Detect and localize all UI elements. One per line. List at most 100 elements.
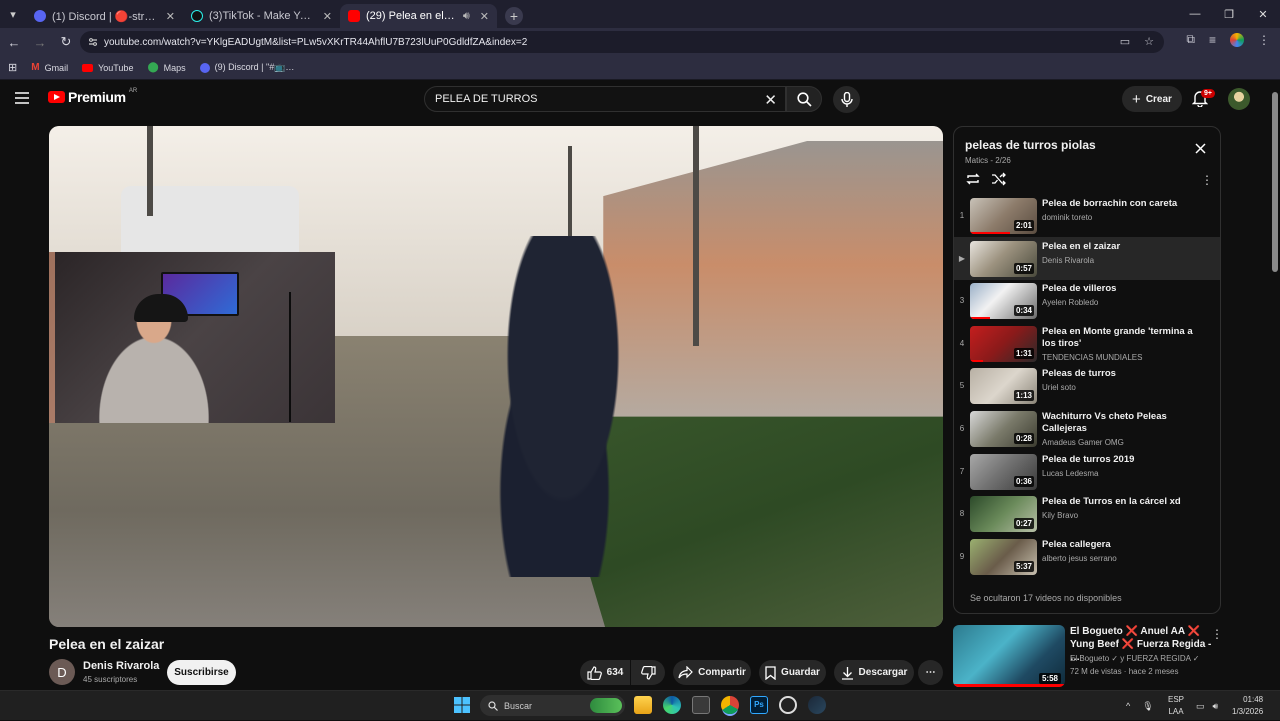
playlist-item[interactable]: 3 0:34 Pelea de villeros Ayelen Robledo bbox=[954, 279, 1220, 322]
bookmark-youtube[interactable]: YouTube bbox=[82, 63, 133, 73]
video-player[interactable] bbox=[49, 126, 943, 627]
address-bar[interactable]: youtube.com/watch?v=YKlgEADUgtM&list=PLw… bbox=[80, 31, 1164, 53]
tray-overflow-icon[interactable]: ^ bbox=[1126, 701, 1130, 711]
playlist-item-channel[interactable]: Uriel soto bbox=[1042, 383, 1202, 392]
bookmark-gmail[interactable]: M Gmail bbox=[31, 62, 68, 73]
apps-grid-icon[interactable]: ⊞ bbox=[8, 61, 17, 74]
playlist-item-channel[interactable]: dominik toreto bbox=[1042, 213, 1202, 222]
search-button[interactable] bbox=[786, 86, 822, 112]
playlist-item[interactable]: 7 0:36 Pelea de turros 2019 Lucas Ledesma bbox=[954, 450, 1220, 493]
youtube-premium-logo[interactable]: Premium AR bbox=[48, 88, 137, 105]
playlist-item-thumbnail[interactable]: 1:31 bbox=[970, 325, 1037, 362]
close-window-icon[interactable]: ✕ bbox=[1246, 0, 1280, 28]
extensions-icon[interactable]: ⧉ bbox=[1186, 32, 1195, 47]
photoshop-icon[interactable]: Ps bbox=[750, 696, 768, 714]
playlist-item[interactable]: 1 2:01 Pelea de borrachin con careta domini… bbox=[954, 194, 1220, 237]
playlist-item[interactable]: 9 5:37 Pelea callegera alberto jesus serran… bbox=[954, 535, 1220, 578]
create-button[interactable]: + Crear bbox=[1122, 86, 1182, 112]
playlist-item-channel[interactable]: TENDENCIAS MUNDIALES bbox=[1042, 353, 1202, 362]
bookmark-star-icon[interactable]: ☆ bbox=[1144, 35, 1154, 48]
playlist-item-title[interactable]: Pelea en Monte grande 'termina a los tir… bbox=[1042, 326, 1202, 350]
playlist-item-thumbnail[interactable]: 0:57 bbox=[970, 240, 1037, 277]
language-indicator[interactable]: ESP LAA bbox=[1168, 694, 1184, 718]
user-avatar[interactable] bbox=[1228, 88, 1250, 110]
voice-search-button[interactable] bbox=[833, 86, 860, 113]
more-actions-icon[interactable]: ⋯ bbox=[918, 660, 943, 685]
playlist-item-thumbnail[interactable]: 5:37 bbox=[970, 538, 1037, 575]
video-menu-icon[interactable]: ⋮ bbox=[1211, 627, 1223, 641]
playlist-item-title[interactable]: Peleas de turros bbox=[1042, 368, 1202, 380]
playlist-item[interactable]: 5 1:13 Peleas de turros Uriel soto bbox=[954, 364, 1220, 407]
chrome-icon[interactable] bbox=[721, 696, 739, 714]
loop-icon[interactable] bbox=[965, 172, 981, 186]
bookmark-maps[interactable]: ⬤ Maps bbox=[147, 62, 185, 73]
playlist-item-title[interactable]: Pelea en el zaizar bbox=[1042, 241, 1202, 253]
playlist-item-channel[interactable]: alberto jesus serrano bbox=[1042, 554, 1202, 563]
search-input[interactable]: PELEA DE TURROS ✕ bbox=[424, 86, 786, 112]
close-playlist-icon[interactable] bbox=[1195, 143, 1206, 154]
playlist-item-title[interactable]: Pelea callegera bbox=[1042, 539, 1202, 551]
playlist-title[interactable]: peleas de turros piolas bbox=[965, 138, 1096, 152]
playlist-item-channel[interactable]: Lucas Ledesma bbox=[1042, 469, 1202, 478]
profile-icon[interactable] bbox=[1230, 32, 1244, 47]
minimize-icon[interactable]: — bbox=[1178, 0, 1212, 28]
shuffle-icon[interactable] bbox=[991, 172, 1007, 186]
maximize-icon[interactable]: ❐ bbox=[1212, 0, 1246, 28]
playlist-item[interactable]: ▶ 0:57 Pelea en el zaizar Denis Rivarola bbox=[954, 236, 1220, 280]
playlist-item-title[interactable]: Wachiturro Vs cheto Peleas Callejeras bbox=[1042, 411, 1202, 435]
reading-list-icon[interactable]: ≡ bbox=[1209, 33, 1216, 47]
browser-menu-icon[interactable]: ⋮ bbox=[1258, 33, 1270, 47]
microphone-tray-icon[interactable]: 🎙︎ bbox=[1142, 701, 1153, 712]
new-tab-button[interactable]: + bbox=[505, 7, 523, 25]
playlist-item[interactable]: 8 0:27 Pelea de Turros en la cárcel xd Kily… bbox=[954, 492, 1220, 535]
bookmark-discord[interactable]: (9) Discord | "#📺… bbox=[199, 62, 294, 73]
download-button[interactable]: Descargar bbox=[834, 660, 914, 685]
recommended-video[interactable]: 5:58 El Bogueto ❌ Anuel AA ❌ Yung Beef ❌… bbox=[953, 625, 1253, 687]
scrollbar-thumb[interactable] bbox=[1272, 92, 1278, 272]
clear-search-icon[interactable]: ✕ bbox=[764, 91, 777, 109]
forward-icon[interactable]: → bbox=[28, 30, 52, 54]
playlist-menu-icon[interactable]: ⋮ bbox=[1201, 173, 1213, 187]
volume-icon[interactable]: 🔊︎ bbox=[1213, 701, 1219, 712]
dislike-button[interactable] bbox=[631, 660, 665, 685]
menu-icon[interactable] bbox=[14, 91, 30, 105]
playlist-item[interactable]: 4 1:31 Pelea en Monte grande 'termina a lo… bbox=[954, 322, 1220, 365]
save-button[interactable]: Guardar bbox=[759, 660, 826, 685]
subscribe-button[interactable]: Suscribirse bbox=[167, 660, 236, 685]
speaker-icon[interactable]: 🔊︎ bbox=[463, 10, 470, 23]
back-icon[interactable]: ← bbox=[2, 30, 26, 54]
close-tab-icon[interactable]: ✕ bbox=[166, 10, 175, 23]
playlist-item-thumbnail[interactable]: 0:28 bbox=[970, 411, 1037, 447]
playlist-item[interactable]: 6 0:28 Wachiturro Vs cheto Peleas Callejer… bbox=[954, 407, 1220, 450]
steam-icon[interactable] bbox=[808, 696, 826, 714]
playlist-item-thumbnail[interactable]: 0:27 bbox=[970, 496, 1037, 533]
tab-tiktok[interactable]: (3)TikTok - Make Your Day ✕ bbox=[183, 4, 340, 28]
tab-search-icon[interactable]: ▾ bbox=[0, 0, 26, 28]
playlist-item-thumbnail[interactable]: 0:34 bbox=[970, 283, 1037, 320]
store-icon[interactable] bbox=[692, 696, 710, 714]
obs-icon[interactable] bbox=[779, 696, 797, 714]
tab-discord[interactable]: (1) Discord | 🔴-stream-li… ✕ bbox=[26, 4, 183, 28]
file-explorer-icon[interactable] bbox=[634, 696, 652, 714]
channel-avatar[interactable]: D bbox=[49, 659, 75, 685]
tab-youtube[interactable]: (29) Pelea en el zaizar - You 🔊︎ ✕ bbox=[340, 4, 497, 28]
playlist-item-channel[interactable]: Ayelen Robledo bbox=[1042, 298, 1202, 307]
like-button[interactable]: 634 bbox=[580, 660, 630, 685]
edge-icon[interactable] bbox=[663, 696, 681, 714]
page-scrollbar[interactable] bbox=[1270, 80, 1280, 690]
playlist-item-channel[interactable]: Denis Rivarola bbox=[1042, 256, 1202, 265]
playlist-item-channel[interactable]: Kily Bravo bbox=[1042, 511, 1202, 520]
taskbar-search-box[interactable]: Buscar bbox=[480, 695, 625, 716]
close-tab-icon[interactable]: ✕ bbox=[480, 10, 489, 23]
playlist-item-thumbnail[interactable]: 1:13 bbox=[970, 368, 1037, 405]
reload-icon[interactable]: ↻ bbox=[54, 30, 78, 54]
playlist-item-title[interactable]: Pelea de turros 2019 bbox=[1042, 454, 1202, 466]
playlist-item-thumbnail[interactable]: 0:36 bbox=[970, 453, 1037, 490]
cast-icon[interactable]: ▭ bbox=[1120, 35, 1130, 48]
playlist-item-thumbnail[interactable]: 2:01 bbox=[970, 198, 1037, 234]
site-info-icon[interactable] bbox=[88, 37, 98, 47]
recommended-thumbnail[interactable]: 5:58 bbox=[953, 625, 1065, 687]
recommended-channel[interactable]: El Bogueto ✓ y FUERZA REGIDA ✓ bbox=[1070, 654, 1199, 663]
playlist-item-title[interactable]: Pelea de villeros bbox=[1042, 283, 1202, 295]
close-tab-icon[interactable]: ✕ bbox=[323, 10, 332, 23]
